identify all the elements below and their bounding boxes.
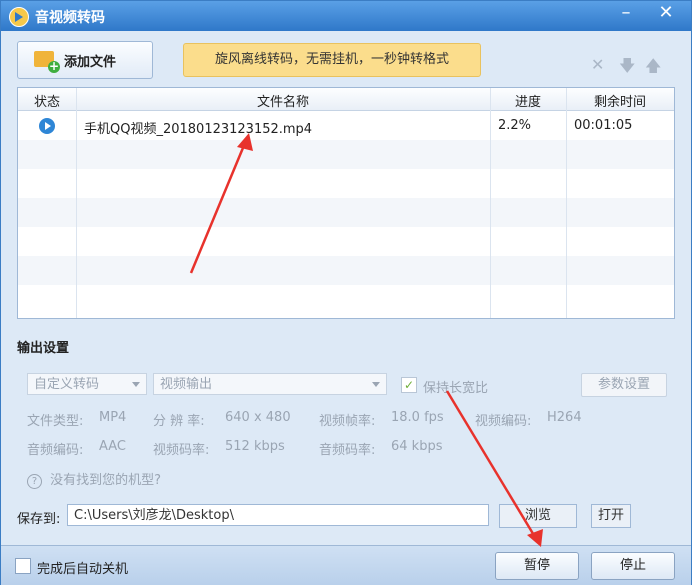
converter-window: 音视频转码 – ✕ 添加文件 旋风离线转码，无需挂机，一秒钟转格式 ✕ 🡇 🡅 … [0, 0, 692, 585]
annotation-arrow-down [445, 390, 543, 547]
annotation-arrows [189, 133, 543, 547]
annotation-arrow-up [189, 133, 253, 274]
